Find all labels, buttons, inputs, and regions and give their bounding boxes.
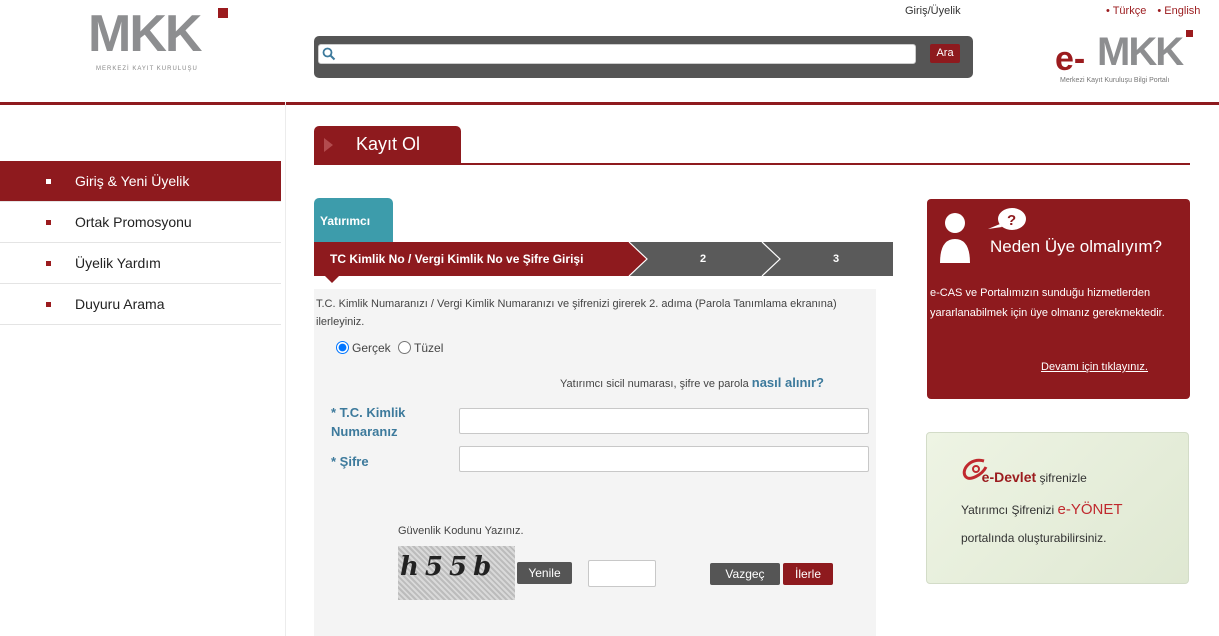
next-button[interactable]: İlerle bbox=[783, 563, 833, 585]
sidebar-item-duyuru-arama[interactable]: Duyuru Arama bbox=[0, 284, 281, 325]
form-instructions: T.C. Kimlik Numaranızı / Vergi Kimlik Nu… bbox=[316, 298, 837, 328]
sidebar-item-uyelik-yardim[interactable]: Üyelik Yardım bbox=[0, 243, 281, 284]
search-button[interactable]: Ara bbox=[930, 44, 960, 63]
bullet-icon bbox=[46, 220, 51, 225]
why-box-more-link[interactable]: Devamı için tıklayınız. bbox=[1041, 361, 1148, 373]
edevlet-box[interactable]: e-Devlet şifrenizle Yatırımcı Şifrenizi … bbox=[926, 432, 1189, 584]
credentials-hint: Yatırımcı sicil numarası, şifre ve parol… bbox=[560, 375, 824, 390]
bullet-icon bbox=[46, 261, 51, 266]
radio-gercek[interactable]: Gerçek bbox=[336, 341, 391, 355]
why-register-box: ? Neden Üye olmalıyım? e-CAS ve Portalım… bbox=[927, 199, 1190, 399]
password-label: * Şifre bbox=[331, 454, 369, 469]
title-underline bbox=[314, 163, 1190, 165]
tab-yatirimci[interactable]: Yatırımcı bbox=[314, 198, 393, 242]
title-arrow-icon bbox=[324, 138, 333, 152]
svg-text:?: ? bbox=[1007, 212, 1016, 229]
how-to-get-link[interactable]: nasıl alınır? bbox=[752, 375, 824, 390]
language-switcher: • Türkçe • English bbox=[1098, 5, 1200, 17]
emkk-logo[interactable]: e- MKK Merkezi Kayıt Kuruluşu Bilgi Port… bbox=[1055, 26, 1195, 96]
why-box-text: e-CAS ve Portalımızın sunduğu hizmetlerd… bbox=[930, 287, 1165, 319]
captcha-input[interactable] bbox=[588, 560, 656, 587]
captcha-refresh-button[interactable]: Yenile bbox=[517, 562, 572, 584]
edevlet-line-2: Yatırımcı Şifrenizi e-YÖNET bbox=[961, 501, 1123, 518]
edevlet-line-1: e-Devlet şifrenizle bbox=[965, 469, 1087, 485]
edevlet-line-3: portalında oluşturabilirsiniz. bbox=[961, 531, 1107, 545]
emkk-logo-mark: MKK bbox=[1097, 30, 1184, 74]
step-2-label: 2 bbox=[700, 253, 707, 265]
page-title: Kayıt Ol bbox=[356, 134, 421, 154]
radio-tuzel[interactable]: Tüzel bbox=[398, 341, 443, 355]
lang-turkish[interactable]: • Türkçe bbox=[1106, 5, 1146, 17]
sidebar-nav: Giriş & Yeni Üyelik Ortak Promosyonu Üye… bbox=[0, 161, 281, 325]
sidebar-item-label: Ortak Promosyonu bbox=[75, 214, 192, 230]
login-link[interactable]: Giriş/Üyelik bbox=[905, 5, 961, 17]
password-input[interactable] bbox=[459, 446, 869, 472]
mkk-logo[interactable]: MKK MERKEZİ KAYIT KURULUŞU bbox=[88, 4, 228, 76]
emkk-logo-e: e- bbox=[1055, 40, 1086, 78]
logo-subtitle: MERKEZİ KAYIT KURULUŞU bbox=[96, 66, 198, 72]
edevlet-line-2-prefix: Yatırımcı Şifrenizi bbox=[961, 503, 1055, 517]
sidebar-item-label: Duyuru Arama bbox=[75, 296, 165, 312]
radio-gercek-label: Gerçek bbox=[352, 341, 391, 355]
radio-tuzel-label: Tüzel bbox=[414, 341, 444, 355]
bullet-icon bbox=[46, 179, 51, 184]
logo-mark: MKK bbox=[88, 5, 202, 63]
captcha-image: h55b bbox=[398, 546, 515, 600]
why-box-title: Neden Üye olmalıyım? bbox=[990, 237, 1162, 256]
step-3-label: 3 bbox=[833, 253, 840, 265]
eyonet-brand: e-YÖNET bbox=[1057, 501, 1123, 518]
search-input[interactable] bbox=[318, 44, 916, 64]
step-chevrons bbox=[628, 242, 781, 276]
sidebar-item-label: Giriş & Yeni Üyelik bbox=[75, 173, 190, 189]
bullet-icon bbox=[46, 302, 51, 307]
tc-no-label: * T.C. Kimlik Numaranız bbox=[331, 405, 406, 439]
captcha-label: Güvenlik Kodunu Yazınız. bbox=[398, 525, 524, 537]
sidebar-item-giris[interactable]: Giriş & Yeni Üyelik bbox=[0, 161, 281, 202]
sidebar-divider bbox=[285, 102, 286, 636]
cancel-button[interactable]: Vazgeç bbox=[710, 563, 780, 585]
edevlet-brand: e-Devlet bbox=[981, 469, 1037, 485]
hint-text: Yatırımcı sicil numarası, şifre ve parol… bbox=[560, 378, 749, 390]
emkk-logo-square bbox=[1186, 30, 1193, 37]
tc-no-input[interactable] bbox=[459, 408, 869, 434]
lang-english[interactable]: • English bbox=[1157, 5, 1200, 17]
page-title-tab: Kayıt Ol bbox=[314, 126, 461, 164]
search-bar bbox=[314, 36, 973, 78]
radio-tuzel-input[interactable] bbox=[398, 341, 412, 354]
emkk-logo-subtitle: Merkezi Kayıt Kuruluşu Bilgi Portalı bbox=[1060, 77, 1170, 84]
edevlet-line-1-suffix: şifrenizle bbox=[1039, 471, 1087, 485]
header-divider bbox=[0, 102, 1219, 105]
radio-gercek-input[interactable] bbox=[336, 341, 349, 354]
sidebar-item-ortak-promosyonu[interactable]: Ortak Promosyonu bbox=[0, 202, 281, 243]
captcha-code: h55b bbox=[400, 552, 498, 582]
logo-square bbox=[218, 8, 228, 18]
person-type-radio-group: Gerçek Tüzel bbox=[336, 341, 447, 355]
step-indicator: TC Kimlik No / Vergi Kimlik No ve Şifre … bbox=[314, 242, 893, 276]
search-icon bbox=[322, 47, 336, 61]
sidebar-item-label: Üyelik Yardım bbox=[75, 255, 161, 271]
step-pointer bbox=[325, 276, 339, 283]
